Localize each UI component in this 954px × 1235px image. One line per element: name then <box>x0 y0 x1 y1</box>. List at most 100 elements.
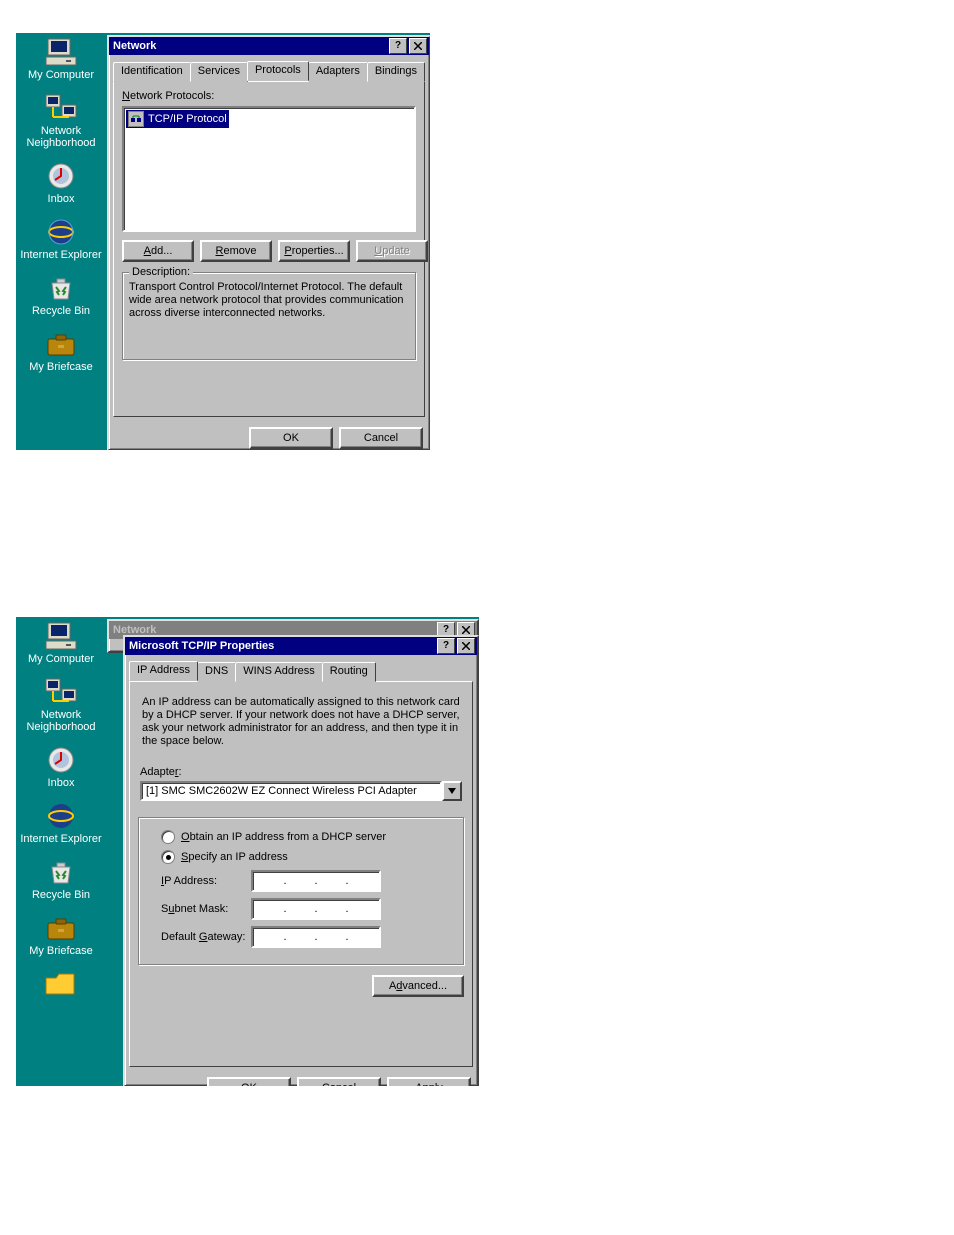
desktop-icon-my-computer[interactable]: My Computer <box>20 37 102 81</box>
desktop-label: My Briefcase <box>20 361 102 373</box>
desktop-label: Internet Explorer <box>20 833 102 845</box>
tab-adapters[interactable]: Adapters <box>308 62 368 82</box>
advanced-button[interactable]: Advanced... <box>372 975 464 997</box>
properties-button[interactable]: Properties... <box>278 240 350 262</box>
briefcase-icon <box>44 913 78 943</box>
desktop-icons: My Computer Network Neighborhood Inbox I… <box>20 37 102 385</box>
default-gateway-label: Default Gateway: <box>161 931 251 943</box>
desktop-icon-recycle[interactable]: Recycle Bin <box>20 857 102 901</box>
radio-icon <box>161 830 175 844</box>
tab-strip: IP Address DNS WINS Address Routing <box>129 661 473 681</box>
desktop-label: Recycle Bin <box>20 305 102 317</box>
desktop-icon-folder[interactable] <box>20 969 102 999</box>
protocols-panel: Network Protocols: TCP/IP Protocol Add..… <box>113 81 425 417</box>
network-icon <box>44 677 78 707</box>
adapter-label: Adapter: <box>140 766 464 778</box>
ip-address-input[interactable]: ... <box>251 870 381 892</box>
inbox-icon <box>44 161 78 191</box>
computer-icon <box>44 621 78 651</box>
desktop-label: Network Neighborhood <box>20 125 102 149</box>
tab-ipaddress[interactable]: IP Address <box>129 661 198 681</box>
inbox-icon <box>44 745 78 775</box>
desktop-label: Internet Explorer <box>20 249 102 261</box>
default-gateway-input[interactable]: ... <box>251 926 381 948</box>
radio-specify[interactable]: Specify an IP address <box>161 850 457 864</box>
computer-icon <box>44 37 78 67</box>
folder-icon <box>44 969 78 999</box>
tab-services[interactable]: Services <box>190 62 248 82</box>
update-button: Update <box>356 240 428 262</box>
desktop-icon-network[interactable]: Network Neighborhood <box>20 677 102 733</box>
close-button[interactable] <box>457 638 475 654</box>
desktop-icon-inbox[interactable]: Inbox <box>20 745 102 789</box>
ipaddress-panel: An IP address can be automatically assig… <box>129 681 473 1067</box>
help-button[interactable]: ? <box>389 38 407 54</box>
radio-dhcp[interactable]: Obtain an IP address from a DHCP server <box>161 830 457 844</box>
desktop-label: My Briefcase <box>20 945 102 957</box>
dialog-buttons: OK Cancel <box>109 421 429 450</box>
desktop-label: Inbox <box>20 193 102 205</box>
desktop-icon-recycle[interactable]: Recycle Bin <box>20 273 102 317</box>
radio-label: Obtain an IP address from a DHCP server <box>181 831 386 843</box>
cancel-button[interactable]: Cancel <box>297 1077 381 1086</box>
titlebar[interactable]: Microsoft TCP/IP Properties ? <box>125 637 477 655</box>
desktop-icon-briefcase[interactable]: My Briefcase <box>20 913 102 957</box>
ie-icon <box>44 217 78 247</box>
briefcase-icon <box>44 329 78 359</box>
desktop-icon-network[interactable]: Network Neighborhood <box>20 93 102 149</box>
dialog-buttons: OK Cancel Apply <box>125 1071 477 1086</box>
tab-routing[interactable]: Routing <box>322 662 376 682</box>
description-text: Transport Control Protocol/Internet Prot… <box>129 281 409 320</box>
protocol-buttons: Add... Remove Properties... Update <box>122 240 416 262</box>
title-text: Microsoft TCP/IP Properties <box>127 640 435 652</box>
ok-button[interactable]: OK <box>207 1077 291 1086</box>
tab-protocols[interactable]: Protocols <box>247 61 309 81</box>
desktop-label: Network Neighborhood <box>20 709 102 733</box>
protocol-icon <box>128 111 144 127</box>
desktop-label: My Computer <box>20 653 102 665</box>
ip-mode-group: Obtain an IP address from a DHCP server … <box>138 817 464 965</box>
ie-icon <box>44 801 78 831</box>
tab-identification[interactable]: Identification <box>113 62 191 82</box>
title-text: Network <box>111 40 387 52</box>
desktop-label: Inbox <box>20 777 102 789</box>
desktop-icon-ie[interactable]: Internet Explorer <box>20 801 102 845</box>
tab-bindings[interactable]: Bindings <box>367 62 425 82</box>
list-label: Network Protocols: <box>122 90 416 102</box>
adapter-value: [1] SMC SMC2602W EZ Connect Wireless PCI… <box>140 781 442 801</box>
radio-icon <box>161 850 175 864</box>
list-item-tcpip[interactable]: TCP/IP Protocol <box>126 110 229 128</box>
subnet-mask-label: Subnet Mask: <box>161 903 251 915</box>
combo-dropdown-button[interactable] <box>442 781 462 801</box>
apply-button[interactable]: Apply <box>387 1077 471 1086</box>
ok-button[interactable]: OK <box>249 427 333 449</box>
description-group: Description: Transport Control Protocol/… <box>122 272 416 360</box>
desktop-icon-inbox[interactable]: Inbox <box>20 161 102 205</box>
adapter-combo[interactable]: [1] SMC SMC2602W EZ Connect Wireless PCI… <box>140 781 462 801</box>
desktop-icons: My Computer Network Neighborhood Inbox I… <box>20 621 102 1001</box>
recycle-icon <box>44 857 78 887</box>
cancel-button[interactable]: Cancel <box>339 427 423 449</box>
protocols-listbox[interactable]: TCP/IP Protocol <box>122 106 416 232</box>
desktop-label: My Computer <box>20 69 102 81</box>
radio-label: Specify an IP address <box>181 851 288 863</box>
tab-wins[interactable]: WINS Address <box>235 662 323 682</box>
ip-address-label: IP Address: <box>161 875 251 887</box>
titlebar[interactable]: Network ? <box>109 37 429 55</box>
add-button[interactable]: Add... <box>122 240 194 262</box>
list-item-label: TCP/IP Protocol <box>148 113 227 125</box>
network-icon <box>44 93 78 123</box>
subnet-mask-input[interactable]: ... <box>251 898 381 920</box>
recycle-icon <box>44 273 78 303</box>
desktop-icon-ie[interactable]: Internet Explorer <box>20 217 102 261</box>
tcpip-properties-dialog: Microsoft TCP/IP Properties ? IP Address… <box>123 635 479 1086</box>
group-title: Description: <box>129 266 193 278</box>
tab-dns[interactable]: DNS <box>197 662 236 682</box>
remove-button[interactable]: Remove <box>200 240 272 262</box>
desktop-icon-my-computer[interactable]: My Computer <box>20 621 102 665</box>
close-button[interactable] <box>409 38 427 54</box>
help-button[interactable]: ? <box>437 638 455 654</box>
desktop-icon-briefcase[interactable]: My Briefcase <box>20 329 102 373</box>
intro-text: An IP address can be automatically assig… <box>142 696 460 748</box>
desktop-label: Recycle Bin <box>20 889 102 901</box>
